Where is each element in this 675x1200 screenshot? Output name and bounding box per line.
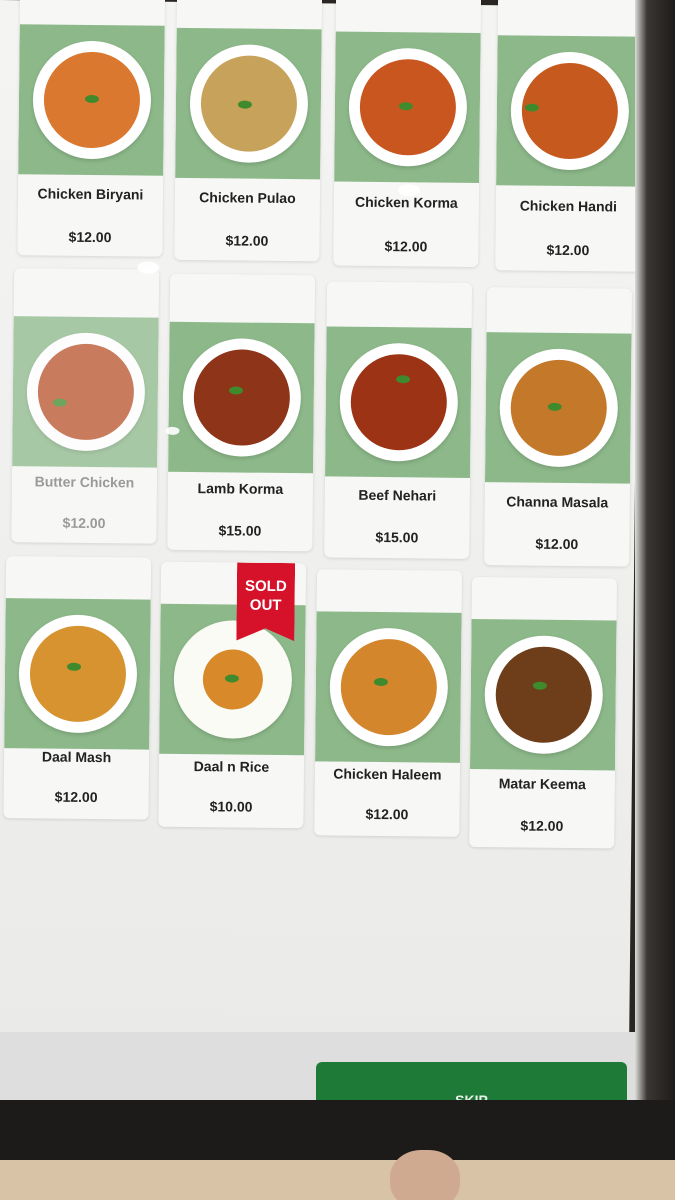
- menu-item-card[interactable]: Beef Nehari $15.00: [324, 281, 473, 559]
- food-image: [36, 343, 134, 441]
- sold-out-label-line2: OUT: [249, 596, 282, 614]
- menu-item-price: $12.00: [535, 535, 579, 553]
- food-photo: [484, 332, 632, 484]
- menu-item-price: $15.00: [218, 522, 262, 539]
- menu-item-card[interactable]: Matar Keema $12.00: [469, 576, 617, 849]
- menu-item-card[interactable]: Channa Masala $12.00: [484, 287, 633, 567]
- menu-item-price: $12.00: [365, 805, 409, 823]
- food-photo: [469, 618, 617, 771]
- menu-item-name: Daal n Rice: [193, 758, 270, 775]
- food-image: [339, 638, 437, 736]
- food-image: [494, 646, 592, 744]
- menu-item-price: $12.00: [520, 817, 564, 834]
- menu-item-name: Lamb Korma: [197, 480, 284, 497]
- menu-item-price: $12.00: [62, 514, 106, 532]
- food-photo: [334, 31, 481, 184]
- menu-item-price: $15.00: [375, 528, 419, 546]
- sold-out-label-line1: SOLD: [244, 577, 287, 596]
- kiosk-bezel: [635, 0, 675, 1200]
- menu-item-price: $12.00: [384, 238, 428, 255]
- kiosk-screen: Chicken Biryani $12.00 Chicken Pulao $12…: [0, 0, 644, 1157]
- menu-grid: Chicken Biryani $12.00 Chicken Pulao $12…: [3, 0, 644, 849]
- menu-item-name: Chicken Pulao: [199, 189, 296, 207]
- menu-item-card[interactable]: SOLD OUT Daal n Rice $10.00: [158, 561, 307, 829]
- menu-item-price: $10.00: [209, 798, 253, 815]
- menu-item-card[interactable]: Chicken Handi $12.00: [495, 0, 644, 272]
- menu-item-card[interactable]: Chicken Haleem $12.00: [314, 569, 463, 837]
- menu-item-name: Beef Nehari: [358, 486, 437, 504]
- menu-item-card[interactable]: Daal Mash $12.00: [3, 556, 152, 820]
- menu-item-price: $12.00: [68, 228, 112, 246]
- screen-reflection: [165, 426, 180, 435]
- menu-item-price: $12.00: [546, 241, 590, 259]
- kiosk-frame-edge: [0, 1160, 675, 1200]
- menu-item-name: Chicken Biryani: [37, 185, 144, 203]
- food-photo: [496, 35, 643, 187]
- food-photo: [18, 24, 165, 176]
- menu-item-name: Chicken Haleem: [333, 765, 442, 783]
- food-photo: [168, 321, 315, 474]
- menu-item-card[interactable]: Chicken Pulao $12.00: [174, 0, 323, 262]
- food-photo: [4, 598, 151, 750]
- user-finger: [390, 1150, 460, 1200]
- food-image: [192, 349, 290, 447]
- food-photo: [315, 611, 462, 763]
- menu-item-card[interactable]: Lamb Korma $15.00: [167, 273, 316, 552]
- menu-item-name: Butter Chicken: [34, 473, 135, 491]
- food-photo: [325, 326, 472, 478]
- menu-item-card[interactable]: Butter Chicken $12.00: [11, 268, 160, 544]
- menu-item-name: Matar Keema: [498, 775, 586, 793]
- menu-item-name: Channa Masala: [506, 493, 609, 511]
- menu-item-card[interactable]: Chicken Biryani $12.00: [17, 0, 166, 257]
- food-image: [28, 625, 126, 723]
- menu-item-card[interactable]: Chicken Korma $12.00: [333, 0, 482, 268]
- food-photo: [175, 27, 322, 180]
- food-photo: [12, 316, 159, 468]
- screen-reflection: [137, 261, 160, 274]
- menu-item-name: Chicken Handi: [519, 197, 618, 215]
- menu-item-price: $12.00: [54, 788, 98, 806]
- menu-item-price: $12.00: [225, 232, 269, 249]
- menu-item-name: Daal Mash: [41, 748, 112, 766]
- food-image: [349, 353, 447, 451]
